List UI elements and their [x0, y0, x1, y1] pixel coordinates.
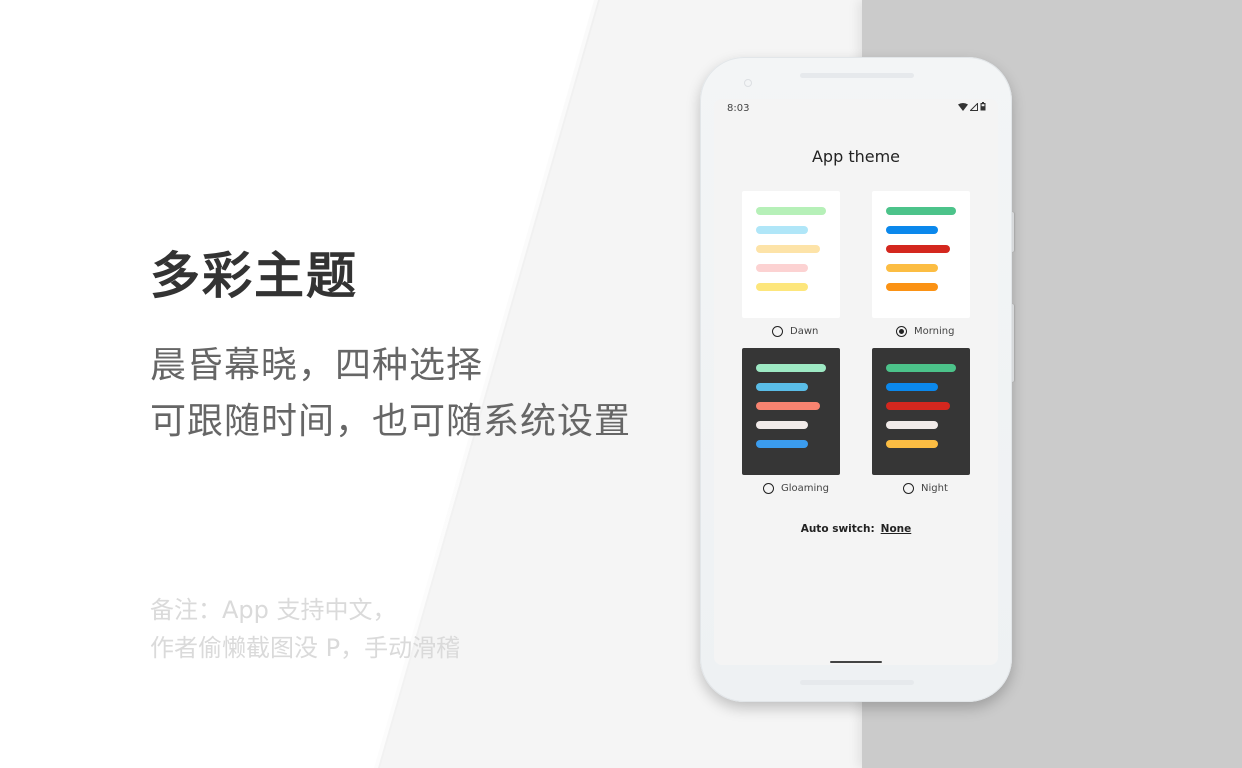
battery-icon: [980, 102, 986, 111]
preview-bar: [756, 364, 826, 372]
theme-option-gloaming[interactable]: Gloaming: [763, 483, 829, 494]
wifi-icon: [958, 102, 968, 111]
screen-title: App theme: [811, 147, 901, 166]
radio-button[interactable]: [763, 483, 774, 494]
theme-option-morning[interactable]: Morning: [896, 326, 954, 337]
preview-bar: [756, 226, 808, 234]
preview-bar: [886, 245, 950, 253]
preview-bar: [886, 440, 938, 448]
theme-preview-night[interactable]: [872, 348, 970, 475]
preview-bar: [756, 383, 808, 391]
preview-bar: [756, 440, 808, 448]
preview-bar: [756, 283, 808, 291]
theme-label: Night: [921, 483, 948, 494]
promo-subtitle-line-1: 晨昏幕晓，四种选择: [150, 345, 484, 386]
theme-label: Gloaming: [781, 483, 829, 494]
auto-switch-label: Auto switch:: [800, 523, 875, 535]
preview-bar: [886, 226, 938, 234]
theme-label: Dawn: [790, 326, 819, 337]
auto-switch-row: Auto switch: None: [714, 523, 998, 535]
phone-speaker-bottom: [800, 680, 914, 685]
auto-switch-value-link[interactable]: None: [881, 523, 912, 535]
preview-bar: [756, 207, 826, 215]
theme-preview-dawn[interactable]: [742, 191, 840, 318]
radio-button[interactable]: [903, 483, 914, 494]
theme-option-dawn[interactable]: Dawn: [772, 326, 818, 337]
phone-speaker-top: [800, 73, 914, 78]
status-time: 8:03: [727, 103, 750, 114]
phone-mockup: 8:03 App theme Dawn Morning Gloaming Nig…: [700, 57, 1012, 702]
preview-bar: [886, 207, 956, 215]
theme-preview-morning[interactable]: [872, 191, 970, 318]
preview-bar: [886, 421, 938, 429]
radio-button[interactable]: [896, 326, 907, 337]
signal-icon: [970, 102, 978, 111]
preview-bar: [756, 402, 820, 410]
theme-label: Morning: [914, 326, 955, 337]
app-screen: 8:03 App theme Dawn Morning Gloaming Nig…: [714, 99, 998, 665]
theme-preview-gloaming[interactable]: [742, 348, 840, 475]
phone-camera: [744, 79, 752, 87]
preview-bar: [886, 283, 938, 291]
promo-note-line-1: 备注：App 支持中文，: [150, 596, 397, 624]
theme-option-night[interactable]: Night: [903, 483, 948, 494]
promo-subtitle-line-2: 可跟随时间，也可随系统设置: [150, 401, 632, 442]
preview-bar: [886, 264, 938, 272]
preview-bar: [886, 402, 950, 410]
preview-bar: [756, 264, 808, 272]
promo-note-line-2: 作者偷懒截图没 P，手动滑稽: [150, 634, 461, 662]
preview-bar: [886, 383, 938, 391]
home-indicator[interactable]: [830, 661, 882, 663]
preview-bar: [886, 364, 956, 372]
preview-bar: [756, 421, 808, 429]
preview-bar: [756, 245, 820, 253]
radio-button[interactable]: [772, 326, 783, 337]
status-icons: [958, 102, 986, 111]
promo-headline: 多彩主题: [150, 247, 358, 305]
